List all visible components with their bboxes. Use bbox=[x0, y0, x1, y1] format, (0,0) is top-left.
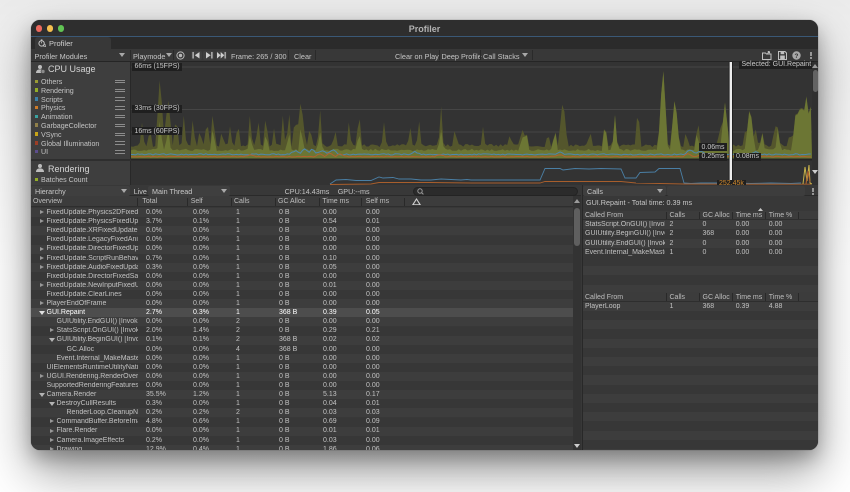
svg-text:?: ? bbox=[794, 53, 798, 60]
